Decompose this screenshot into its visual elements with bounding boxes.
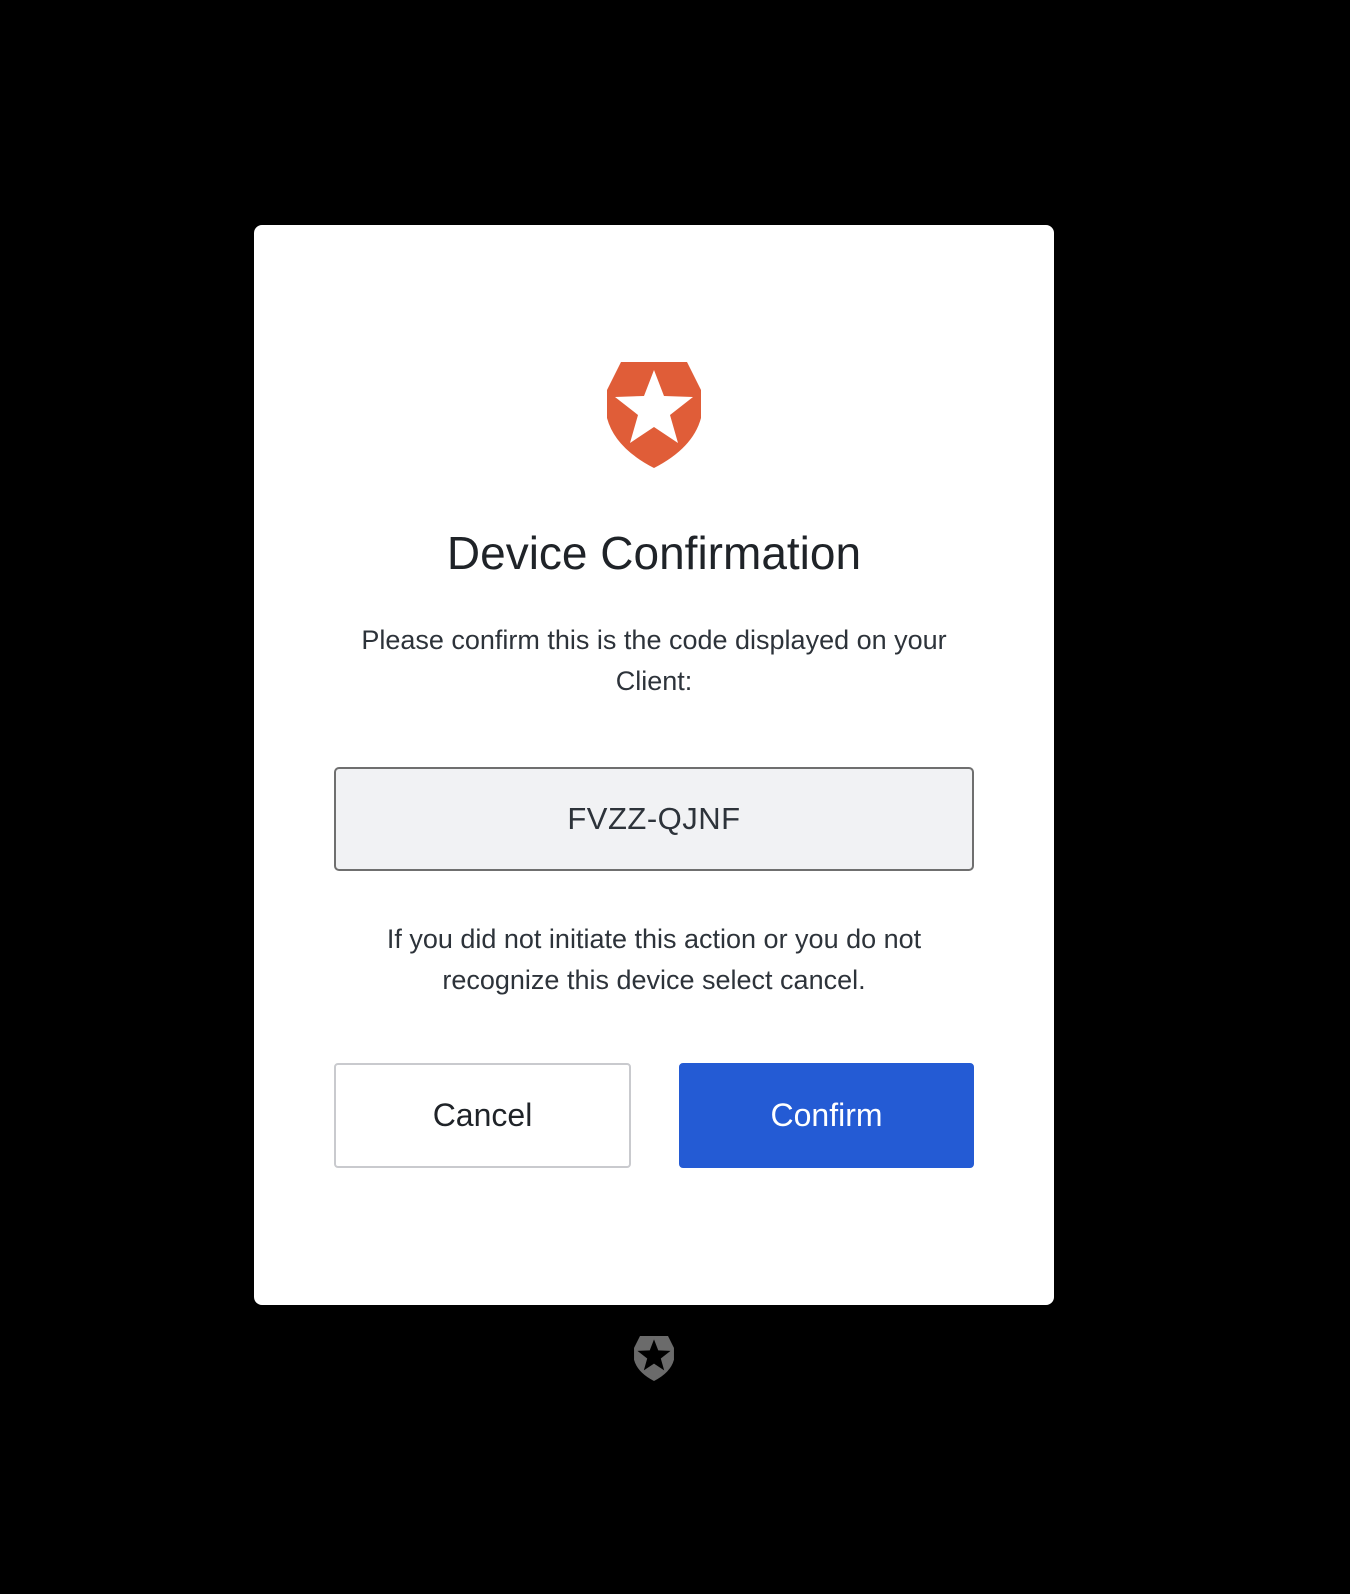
footer-logo-icon	[634, 1336, 674, 1381]
instruction-text: Please confirm this is the code displaye…	[361, 625, 947, 696]
brand-logo-icon	[607, 362, 701, 468]
cancel-button[interactable]: Cancel	[334, 1063, 631, 1168]
page-title: Device Confirmation	[446, 527, 862, 579]
device-code-display: FVZZ-QJNF	[334, 767, 974, 871]
warning-text: If you did not initiate this action or y…	[386, 924, 922, 995]
confirm-button[interactable]: Confirm	[679, 1063, 974, 1168]
